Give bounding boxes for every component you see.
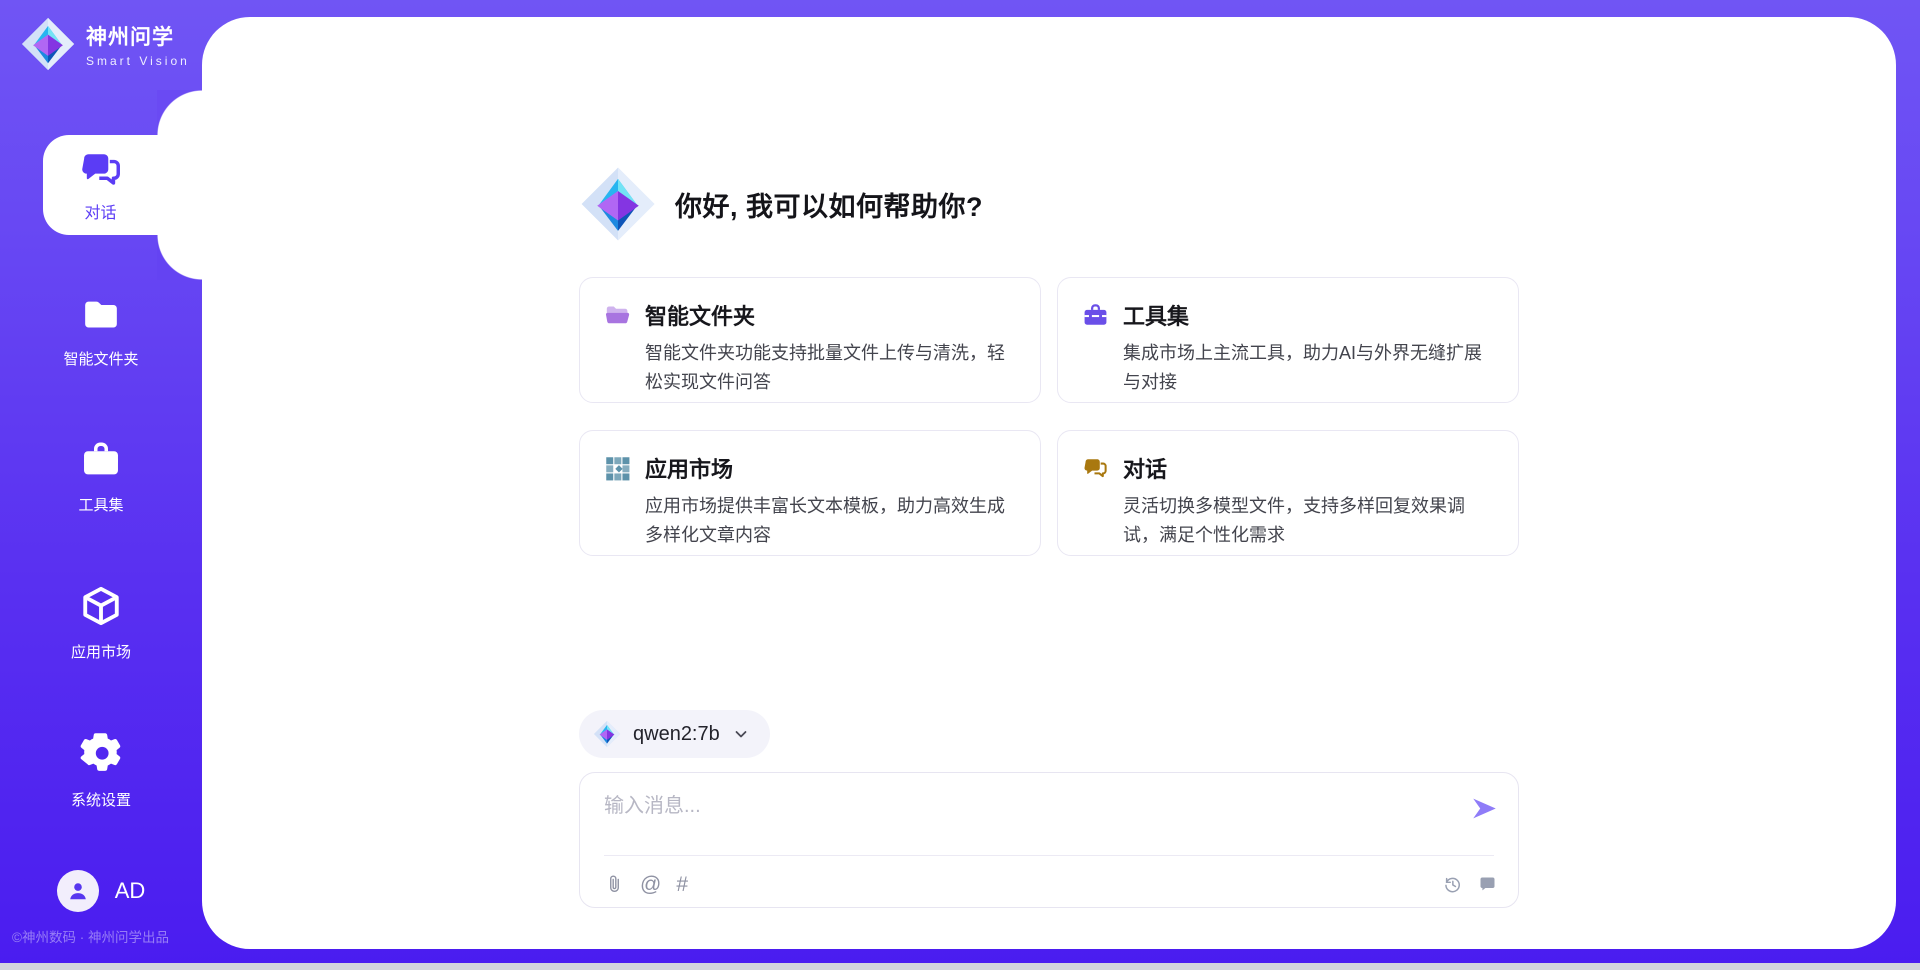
feature-cards: 智能文件夹 智能文件夹功能支持批量文件上传与清洗，轻松实现文件问答 工具集 集成… [579,277,1519,556]
attach-button[interactable] [604,874,625,895]
sidebar-item-label: 应用市场 [0,641,202,662]
sidebar-item-folder[interactable]: 智能文件夹 [0,295,202,369]
paperclip-icon [604,874,625,895]
sidebar-footer: ©神州数码 · 神州问学出品 [12,926,169,946]
active-tab-notch-bottom [157,235,202,280]
app-root: 你好, 我可以如何帮助你? 智能文件夹 智能文件夹功能支持批量文件上传与清洗，轻… [0,0,1920,970]
card-description: 灵活切换多模型文件，支持多样回复效果调试，满足个性化需求 [1123,492,1494,550]
sidebar-item-tools[interactable]: 工具集 [0,439,202,515]
chat-icon [78,147,124,193]
chevron-down-icon [732,725,750,743]
card-smart-folder[interactable]: 智能文件夹 智能文件夹功能支持批量文件上传与清洗，轻松实现文件问答 [579,277,1041,403]
brand-subtitle: Smart Vision [86,54,190,68]
chat-bubble-button[interactable] [1477,874,1498,895]
sidebar-item-label: 智能文件夹 [0,348,202,369]
card-app-market[interactable]: 应用市场 应用市场提供丰富长文本模板，助力高效生成多样化文章内容 [579,430,1041,556]
gear-icon [78,729,125,776]
folder-icon [604,302,631,329]
sidebar-item-label: 工具集 [0,494,202,515]
message-input[interactable] [604,789,1404,841]
composer-toolbar: @ # [604,867,1498,901]
sidebar-item-market[interactable]: 应用市场 [0,584,202,662]
greeting-logo-icon [579,165,657,243]
card-title: 工具集 [1123,299,1189,331]
grid-icon [604,455,631,482]
mention-button[interactable]: @ [640,874,661,895]
send-button[interactable] [1471,795,1498,825]
sidebar: 神州问学 Smart Vision 对话 智能文件夹 工具集 应用市场 系统设置 [0,0,202,970]
composer: @ # [579,772,1519,908]
chat-bubble-icon [1477,874,1498,895]
model-logo-icon [593,720,621,748]
person-icon [65,878,91,904]
card-title: 对话 [1123,452,1167,484]
send-icon [1471,795,1498,822]
brand-name: 神州问学 [86,21,190,51]
card-chat[interactable]: 对话 灵活切换多模型文件，支持多样回复效果调试，满足个性化需求 [1057,430,1519,556]
composer-divider [604,855,1494,856]
user-name: AD [115,878,146,904]
model-name: qwen2:7b [633,723,720,746]
greeting: 你好, 我可以如何帮助你? [579,163,1519,245]
active-tab-notch-top [157,90,202,135]
avatar [57,870,99,912]
card-description: 应用市场提供丰富长文本模板，助力高效生成多样化文章内容 [645,492,1016,550]
screen-bottom-edge [0,963,1920,970]
sidebar-item-settings[interactable]: 系统设置 [0,729,202,810]
card-title: 应用市场 [645,452,733,484]
topic-button[interactable]: # [676,874,688,895]
greeting-title: 你好, 我可以如何帮助你? [675,185,983,224]
card-toolset[interactable]: 工具集 集成市场上主流工具，助力AI与外界无缝扩展与对接 [1057,277,1519,403]
sidebar-item-label: 对话 [84,199,116,223]
cube-icon [79,584,123,628]
card-title: 智能文件夹 [645,299,755,331]
card-description: 智能文件夹功能支持批量文件上传与清洗，轻松实现文件问答 [645,339,1016,397]
history-icon [1442,874,1463,895]
folder-icon [80,295,122,335]
brand-logo-icon [20,16,76,72]
sidebar-item-chat[interactable]: 对话 [43,135,202,235]
card-description: 集成市场上主流工具，助力AI与外界无缝扩展与对接 [1123,339,1494,397]
main-content: 你好, 我可以如何帮助你? 智能文件夹 智能文件夹功能支持批量文件上传与清洗，轻… [202,17,1896,949]
sidebar-item-label: 系统设置 [0,789,202,810]
history-button[interactable] [1442,874,1463,895]
toolbox-icon [1082,302,1109,329]
user-profile[interactable]: AD [0,870,202,912]
toolbox-icon [79,439,123,481]
chat-icon [1082,455,1109,482]
brand: 神州问学 Smart Vision [0,0,202,72]
model-selector[interactable]: qwen2:7b [579,710,770,758]
